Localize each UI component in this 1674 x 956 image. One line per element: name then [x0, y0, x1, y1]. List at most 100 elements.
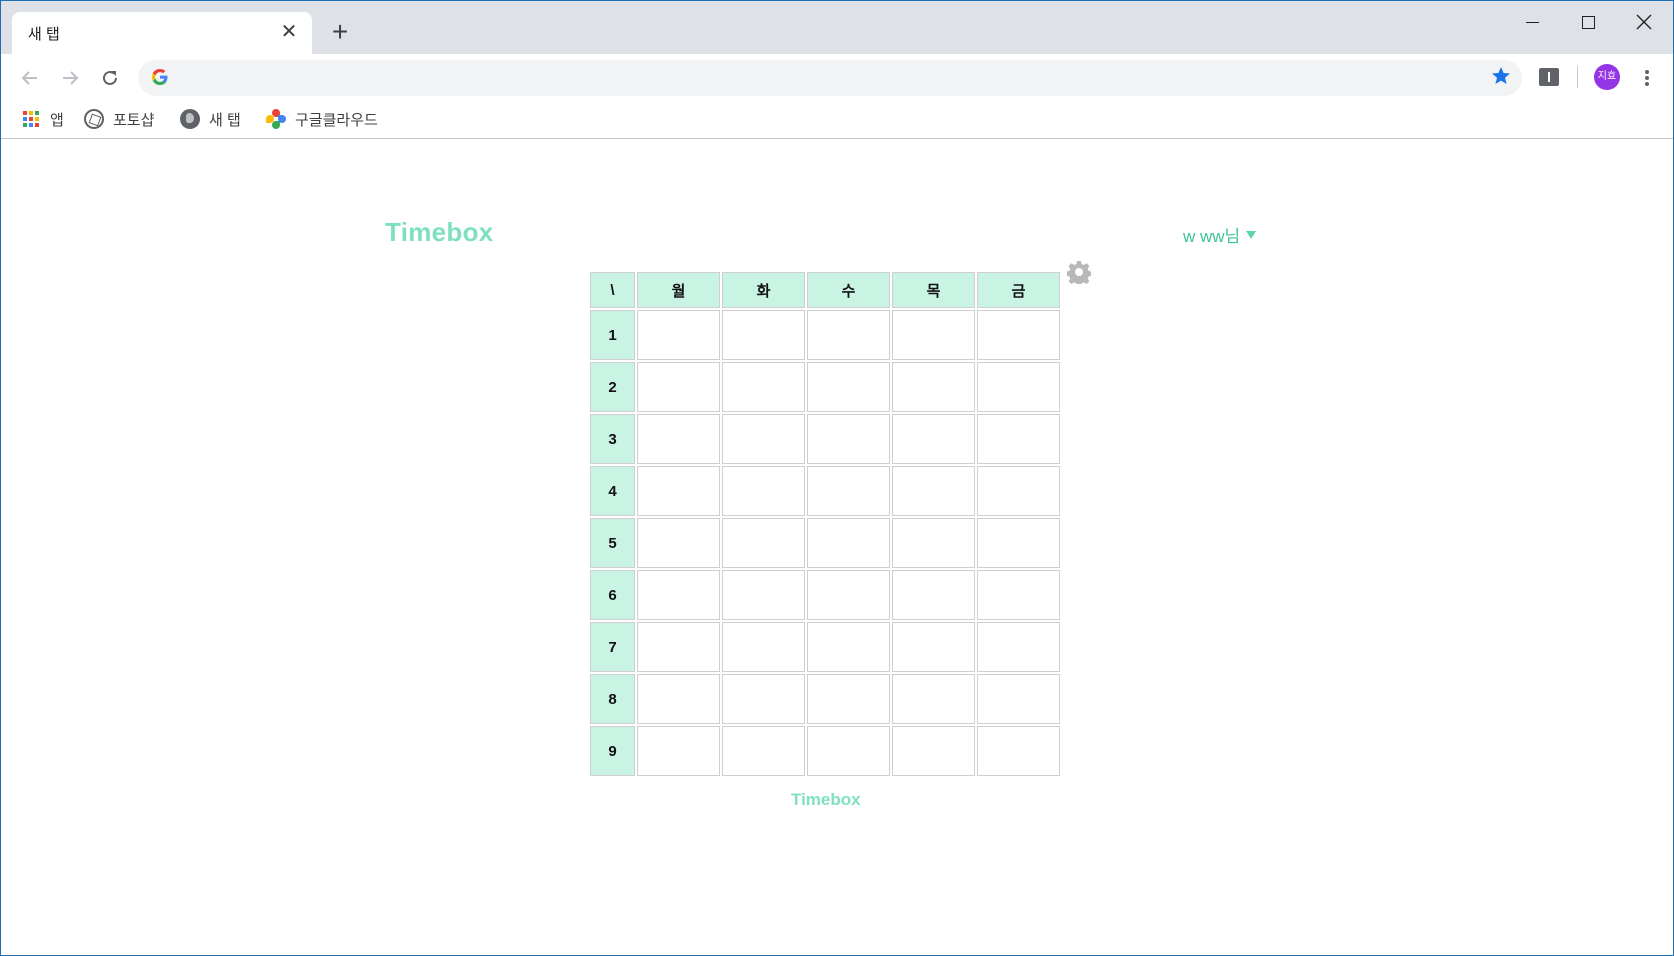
day-header-wed: 수: [807, 272, 890, 308]
timetable-cell[interactable]: [637, 362, 720, 412]
timetable-cell[interactable]: [807, 362, 890, 412]
timetable-cell[interactable]: [977, 466, 1060, 516]
bookmark-label: 새 탭: [209, 111, 241, 129]
reload-button[interactable]: [95, 62, 125, 92]
timetable-cell[interactable]: [977, 726, 1060, 776]
timetable-header-row: \ 월 화 수 목 금: [590, 272, 1060, 308]
row-header: 3: [590, 414, 635, 464]
timetable-cell[interactable]: [807, 310, 890, 360]
timetable-cell[interactable]: [807, 466, 890, 516]
pinwheel-icon: [266, 109, 286, 129]
timetable-cell[interactable]: [722, 414, 805, 464]
tab-title: 새 탭: [28, 26, 60, 43]
timetable-cell[interactable]: [807, 570, 890, 620]
day-header-tue: 화: [722, 272, 805, 308]
row-header: 6: [590, 570, 635, 620]
tab-strip: 새 탭 ✕ +: [1, 1, 1673, 54]
arrow-right-icon: [63, 71, 79, 85]
timetable-cell[interactable]: [977, 362, 1060, 412]
timetable-cell[interactable]: [977, 414, 1060, 464]
bookmark-label: 구글클라우드: [295, 111, 378, 129]
timetable-grid: \ 월 화 수 목 금 123456789: [588, 270, 1062, 778]
timetable-cell[interactable]: [637, 310, 720, 360]
bookmarks-bar: 앱 포토샵 새 탭 구글클라우드: [1, 101, 1673, 139]
brand-logo[interactable]: Timebox: [385, 217, 494, 248]
timetable-cell[interactable]: [637, 622, 720, 672]
timetable-cell[interactable]: [807, 414, 890, 464]
forward-button[interactable]: [55, 62, 85, 92]
user-menu[interactable]: w ww님: [1183, 222, 1257, 247]
timetable-cell[interactable]: [892, 518, 975, 568]
timetable-cell[interactable]: [807, 726, 890, 776]
timetable-cell[interactable]: [892, 674, 975, 724]
table-row: 9: [590, 726, 1060, 776]
timetable-cell[interactable]: [637, 674, 720, 724]
bookmark-star-icon[interactable]: [1490, 65, 1512, 87]
timetable-cell[interactable]: [892, 310, 975, 360]
bookmark-google-cloud[interactable]: 구글클라우드: [266, 107, 378, 131]
address-bar[interactable]: [138, 60, 1522, 96]
timetable-cell[interactable]: [637, 518, 720, 568]
timetable-cell[interactable]: [722, 674, 805, 724]
bookmark-new-tab[interactable]: 새 탭: [180, 107, 241, 131]
timetable-cell[interactable]: [807, 518, 890, 568]
timetable-cell[interactable]: [977, 518, 1060, 568]
timetable-cell[interactable]: [722, 466, 805, 516]
timetable-cell[interactable]: [892, 726, 975, 776]
minimize-button[interactable]: [1509, 6, 1555, 36]
extension-icon[interactable]: [1539, 68, 1559, 86]
aperture-icon: [84, 109, 104, 129]
close-window-button[interactable]: [1621, 6, 1667, 36]
timetable-cell[interactable]: [892, 414, 975, 464]
timetable-cell[interactable]: [977, 310, 1060, 360]
tab-close-icon[interactable]: ✕: [278, 21, 300, 43]
gear-icon: [1066, 261, 1092, 287]
browser-window: 새 탭 ✕ + 지효 앱 포토샵 새 탭 구글클라우드 Timebox w ww…: [0, 0, 1674, 956]
user-name: w ww님: [1183, 227, 1241, 246]
profile-avatar[interactable]: 지효: [1594, 64, 1620, 90]
day-header-thu: 목: [892, 272, 975, 308]
bookmark-apps[interactable]: 앱: [21, 107, 64, 131]
page-content: Timebox w ww님 \ 월 화 수 목 금 123 4 5 6 7 8 …: [1, 140, 1673, 955]
toolbar-divider: [1577, 66, 1578, 88]
timetable-cell[interactable]: [637, 414, 720, 464]
footer-brand: Timebox: [791, 790, 861, 809]
timetable-body: 123456789: [590, 310, 1060, 776]
timetable-cell[interactable]: [722, 518, 805, 568]
maximize-button[interactable]: [1565, 6, 1611, 36]
table-row: 7: [590, 622, 1060, 672]
timetable-cell[interactable]: [807, 674, 890, 724]
bookmark-photoshop[interactable]: 포토샵: [84, 107, 154, 131]
browser-toolbar: 지효: [1, 54, 1673, 101]
timetable-cell[interactable]: [637, 570, 720, 620]
timetable-cell[interactable]: [722, 362, 805, 412]
timetable-cell[interactable]: [892, 466, 975, 516]
timetable-cell[interactable]: [722, 310, 805, 360]
bookmark-label: 앱: [50, 111, 64, 129]
table-row: 1: [590, 310, 1060, 360]
timetable-cell[interactable]: [807, 622, 890, 672]
timetable-cell[interactable]: [892, 362, 975, 412]
maximize-icon: [1581, 15, 1595, 29]
timetable-cell[interactable]: [722, 726, 805, 776]
bookmark-label: 포토샵: [113, 111, 155, 129]
caret-down-icon: [1246, 230, 1257, 239]
timetable-cell[interactable]: [977, 674, 1060, 724]
row-header: 5: [590, 518, 635, 568]
browser-menu-button[interactable]: [1639, 62, 1655, 92]
timetable-cell[interactable]: [892, 622, 975, 672]
new-tab-button[interactable]: +: [327, 18, 353, 46]
reload-icon: [103, 71, 117, 86]
timetable-cell[interactable]: [977, 622, 1060, 672]
settings-gear-icon[interactable]: [1066, 260, 1092, 287]
google-icon: [152, 69, 168, 85]
timetable-cell[interactable]: [977, 570, 1060, 620]
timetable-cell[interactable]: [892, 570, 975, 620]
back-button[interactable]: [15, 62, 45, 92]
row-header: 8: [590, 674, 635, 724]
timetable-cell[interactable]: [722, 622, 805, 672]
timetable-cell[interactable]: [637, 726, 720, 776]
tab-new-tab[interactable]: 새 탭 ✕: [12, 12, 312, 54]
timetable-cell[interactable]: [722, 570, 805, 620]
timetable-cell[interactable]: [637, 466, 720, 516]
